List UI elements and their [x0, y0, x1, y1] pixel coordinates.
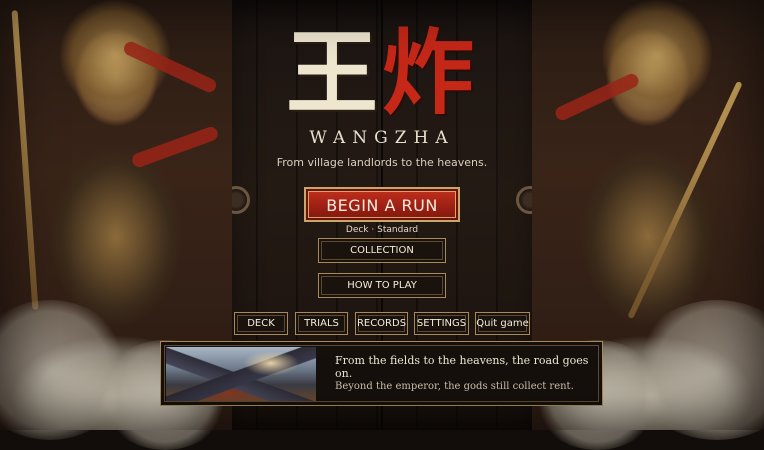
deck-button[interactable]: DECK [234, 312, 288, 335]
deck-indicator: Deck · Standard [0, 225, 764, 235]
deck-label-separator: · [371, 225, 375, 235]
deck-label-value: Standard [377, 225, 419, 235]
tagline: From village landlords to the heavens. [276, 156, 488, 169]
quit-game-button[interactable]: Quit game [475, 312, 530, 335]
trials-button[interactable]: TRIALS [295, 312, 348, 335]
how-to-play-button[interactable]: HOW TO PLAY [318, 273, 446, 298]
title-screen: 王炸 WANGZHA From village landlords to the… [0, 0, 764, 450]
deck-label-prefix: Deck [345, 225, 369, 235]
collection-button[interactable]: COLLECTION [318, 238, 446, 263]
records-button[interactable]: RECORDS [355, 312, 408, 335]
game-logo: 王炸 [262, 18, 502, 138]
settings-button[interactable]: SETTINGS [414, 312, 469, 335]
lore-line-1: From the fields to the heavens, the road… [335, 354, 589, 380]
lore-line-2: Beyond the emperor, the gods still colle… [335, 381, 574, 392]
right-guardian-weapon [627, 80, 743, 320]
begin-run-button[interactable]: BEGIN A RUN [304, 187, 460, 222]
game-wordmark: WANGZHA [309, 128, 455, 148]
lore-panel: From the fields to the heavens, the road… [160, 341, 603, 406]
logo-character-wang: 王 [285, 19, 382, 127]
logo-character-zha: 炸 [382, 19, 479, 127]
landscape-artwork [166, 347, 316, 401]
